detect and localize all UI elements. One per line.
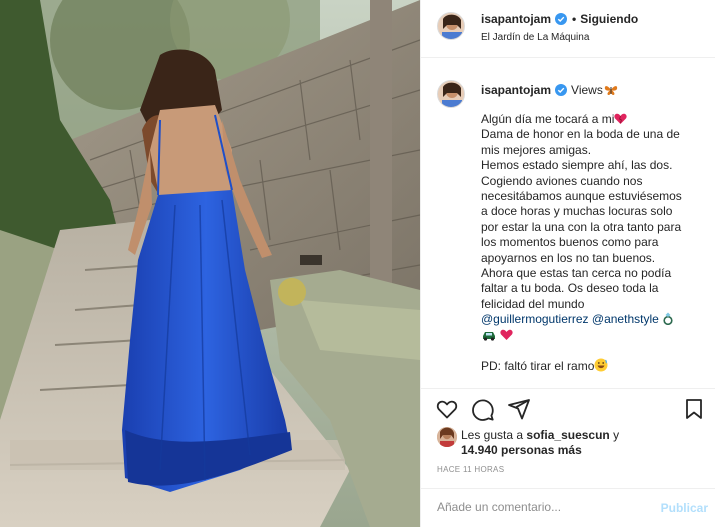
paper-plane-icon[interactable] — [507, 397, 531, 421]
bookmark-icon[interactable] — [682, 397, 706, 421]
caption-area: isapantojam Views Algún día me tocará a … — [421, 70, 715, 388]
grinning-sweat-emoji-icon — [594, 358, 608, 372]
likes-summary: Les gusta a sofia_suescun y 14.940 perso… — [437, 426, 707, 460]
avatar[interactable] — [437, 12, 465, 40]
mention-link-guillermo[interactable]: @guillermogutierrez — [481, 312, 589, 326]
caption-line: necesitábamos aunque estuviésemos — [481, 189, 682, 204]
likes-count-link[interactable]: 14.940 personas más — [461, 443, 582, 457]
comment-bubble-icon[interactable] — [471, 397, 495, 421]
caption-line: felicidad del mundo — [481, 296, 585, 311]
verified-badge-icon — [555, 84, 568, 96]
caption-line: por estar la una con la otra tanto para — [481, 219, 682, 234]
caption-emoji-line — [481, 328, 706, 343]
username-link[interactable]: isapantojam — [481, 12, 551, 26]
caption-line: Ahora que estas tan cerca no podía — [481, 266, 672, 281]
post-photo[interactable] — [0, 0, 420, 527]
publish-button[interactable]: Publicar — [661, 501, 708, 515]
heart-outline-icon[interactable] — [435, 397, 459, 421]
caption-mentions-line: @guillermogutierrez @anethstyle — [481, 312, 706, 327]
caption-text: Algún día me tocará a mi Dama de honor e… — [481, 112, 706, 375]
comment-composer: Publicar — [421, 488, 715, 527]
post-side-panel: isapantojam • Siguiendo El Jardín de La … — [420, 0, 715, 527]
caption-line: Dama de honor en la boda de una de — [481, 127, 680, 142]
caption-line: faltar a tu boda. Os deseo toda la — [481, 281, 659, 296]
comment-input[interactable] — [437, 500, 637, 514]
butterfly-emoji-icon — [604, 85, 617, 95]
mention-link-aneth[interactable]: @anethstyle — [592, 312, 659, 326]
separator-dot: • — [572, 12, 577, 26]
red-heart-emoji-icon — [614, 113, 628, 124]
caption-line: Algún día me tocará a mi — [481, 112, 706, 127]
caption-line: mis mejores amigas. — [481, 142, 592, 157]
caption-line: Cogiendo aviones cuando nos — [481, 173, 643, 188]
following-button[interactable]: Siguiendo — [580, 12, 638, 26]
post-timestamp[interactable]: Hace 11 horas — [437, 465, 504, 474]
ring-emoji-icon — [663, 312, 673, 326]
likes-text: Les gusta a sofia_suescun y 14.940 perso… — [461, 428, 701, 458]
avatar[interactable] — [437, 80, 465, 108]
post-header: isapantojam • Siguiendo El Jardín de La … — [421, 0, 715, 58]
avatar[interactable] — [437, 427, 457, 447]
location-link[interactable]: El Jardín de La Máquina — [481, 32, 589, 43]
caption-line: apoyarnos en los no tan buenos. — [481, 250, 656, 265]
car-emoji-icon — [483, 331, 495, 341]
caption-line: Hemos estado siempre ahí, las dos. — [481, 158, 673, 173]
caption-ps-line: PD: faltó tirar el ramo — [481, 358, 706, 374]
likes-prefix: Les gusta a — [461, 428, 524, 442]
red-heart-emoji-icon — [500, 329, 513, 340]
caption-username[interactable]: isapantojam — [481, 83, 551, 97]
liker-username-link[interactable]: sofia_suescun — [526, 428, 609, 442]
caption-title: Views — [571, 83, 603, 97]
likes-conjunction: y — [613, 428, 620, 442]
verified-badge-icon — [555, 13, 568, 25]
caption-line: a doce horas y muchas locuras solo — [481, 204, 673, 219]
post-actions-bar — [421, 388, 715, 428]
caption-line: los momentos buenos como para — [481, 235, 659, 250]
